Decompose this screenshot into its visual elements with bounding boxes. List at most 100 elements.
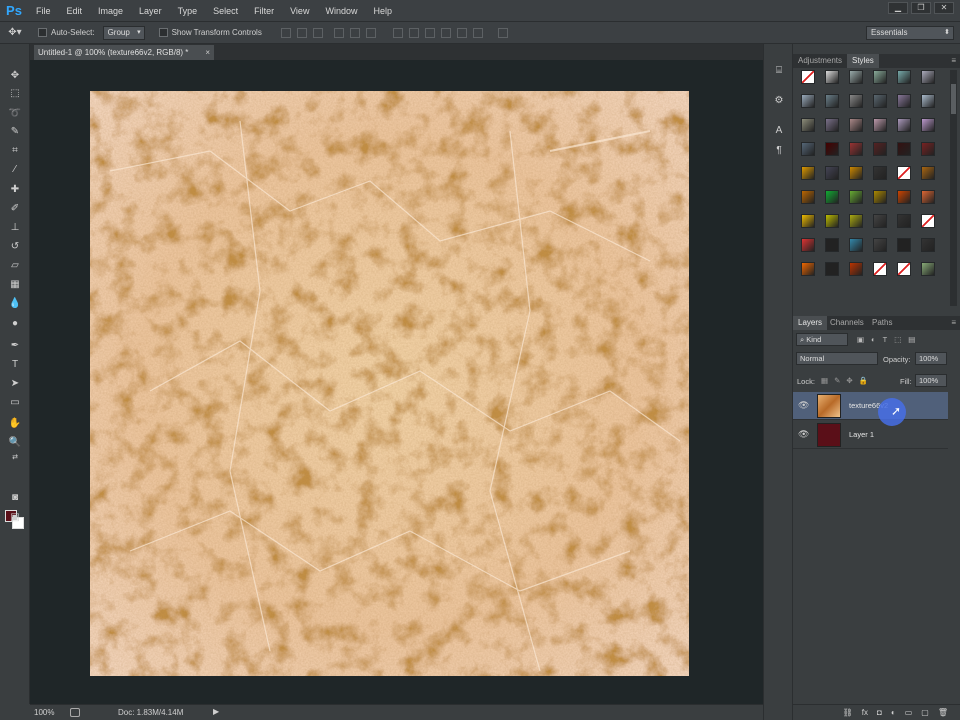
style-swatch[interactable] bbox=[849, 238, 863, 252]
align-hcenter-icon[interactable] bbox=[349, 27, 360, 38]
new-layer-icon[interactable]: ▢ bbox=[921, 708, 929, 717]
crop-tool-icon[interactable]: ⌗ bbox=[6, 143, 24, 159]
move-tool-icon[interactable]: ✥ bbox=[6, 68, 24, 84]
menu-filter[interactable]: Filter bbox=[246, 0, 282, 22]
blend-mode-dropdown[interactable]: Normal bbox=[796, 352, 878, 365]
style-swatch[interactable] bbox=[873, 142, 887, 156]
fill-field[interactable]: 100% bbox=[915, 374, 947, 387]
styles-scrollbar[interactable] bbox=[950, 70, 957, 306]
distribute-hcenter-icon[interactable] bbox=[456, 27, 467, 38]
style-swatch[interactable] bbox=[921, 94, 935, 108]
menu-layer[interactable]: Layer bbox=[131, 0, 170, 22]
link-layers-icon[interactable]: ⛓ bbox=[843, 708, 853, 717]
menu-select[interactable]: Select bbox=[205, 0, 246, 22]
marquee-tool-icon[interactable]: ⬚ bbox=[6, 86, 24, 102]
styles-scrollbar-thumb[interactable] bbox=[951, 84, 956, 114]
style-swatch[interactable] bbox=[849, 118, 863, 132]
hand-tool-icon[interactable]: ✋ bbox=[6, 416, 24, 432]
style-swatch[interactable] bbox=[921, 142, 935, 156]
style-swatch[interactable] bbox=[801, 70, 815, 84]
style-swatch[interactable] bbox=[849, 142, 863, 156]
distribute-top-icon[interactable] bbox=[392, 27, 403, 38]
status-info-icon[interactable] bbox=[70, 708, 80, 717]
distribute-bottom-icon[interactable] bbox=[424, 27, 435, 38]
style-swatch[interactable] bbox=[873, 94, 887, 108]
tab-adjustments[interactable]: Adjustments bbox=[793, 54, 847, 68]
style-swatch[interactable] bbox=[897, 190, 911, 204]
layer-row-layer-1[interactable]: 👁 Layer 1 bbox=[793, 421, 948, 449]
style-swatch[interactable] bbox=[897, 214, 911, 228]
opacity-field[interactable]: 100% bbox=[915, 352, 947, 365]
style-swatch[interactable] bbox=[801, 238, 815, 252]
style-swatch[interactable] bbox=[825, 70, 839, 84]
dodge-tool-icon[interactable]: ● bbox=[6, 316, 24, 332]
style-swatch[interactable] bbox=[897, 238, 911, 252]
style-swatch[interactable] bbox=[897, 94, 911, 108]
tab-layers[interactable]: Layers bbox=[793, 316, 828, 330]
brush-tool-icon[interactable]: ✐ bbox=[6, 201, 24, 217]
style-swatch[interactable] bbox=[873, 118, 887, 132]
eyedropper-tool-icon[interactable]: ⁄ bbox=[6, 162, 24, 178]
style-swatch[interactable] bbox=[849, 190, 863, 204]
style-swatch[interactable] bbox=[897, 118, 911, 132]
style-swatch[interactable] bbox=[849, 94, 863, 108]
tab-paths[interactable]: Paths bbox=[867, 316, 897, 330]
adjustment-layer-icon[interactable]: ◐ bbox=[891, 708, 896, 717]
workspace-dropdown[interactable]: Essentials bbox=[866, 26, 954, 40]
auto-select-checkbox[interactable] bbox=[38, 28, 47, 37]
layer-filter-icons[interactable]: ▣◐T⬚▤ bbox=[857, 335, 922, 344]
style-swatch[interactable] bbox=[801, 142, 815, 156]
style-swatch[interactable] bbox=[873, 70, 887, 84]
eye-icon[interactable]: 👁 bbox=[798, 429, 809, 440]
align-vcenter-icon[interactable] bbox=[296, 27, 307, 38]
zoom-level[interactable]: 100% bbox=[34, 708, 54, 717]
history-brush-tool-icon[interactable]: ↺ bbox=[6, 239, 24, 255]
quick-mask-icon[interactable]: ◙ bbox=[6, 490, 24, 506]
menu-edit[interactable]: Edit bbox=[59, 0, 91, 22]
style-swatch[interactable] bbox=[849, 262, 863, 276]
layer-style-fx-icon[interactable]: fx bbox=[862, 708, 868, 717]
lasso-tool-icon[interactable]: ➰ bbox=[6, 106, 24, 122]
style-swatch[interactable] bbox=[825, 166, 839, 180]
distribute-right-icon[interactable] bbox=[472, 27, 483, 38]
path-selection-tool-icon[interactable]: ➤ bbox=[6, 376, 24, 392]
gradient-tool-icon[interactable]: ▦ bbox=[6, 277, 24, 293]
status-menu-arrow-icon[interactable]: ▶ bbox=[213, 707, 219, 716]
menu-view[interactable]: View bbox=[282, 0, 317, 22]
style-swatch[interactable] bbox=[921, 118, 935, 132]
style-swatch[interactable] bbox=[897, 262, 911, 276]
blur-tool-icon[interactable]: 💧 bbox=[6, 296, 24, 312]
tab-styles[interactable]: Styles bbox=[847, 54, 879, 68]
distribute-vcenter-icon[interactable] bbox=[408, 27, 419, 38]
menu-file[interactable]: File bbox=[28, 0, 59, 22]
history-panel-icon[interactable]: ⌸ bbox=[772, 64, 786, 78]
style-swatch[interactable] bbox=[849, 214, 863, 228]
quick-select-tool-icon[interactable]: ✎ bbox=[6, 124, 24, 140]
auto-select-dropdown[interactable]: Group bbox=[102, 25, 145, 40]
style-swatch[interactable] bbox=[801, 214, 815, 228]
style-swatch[interactable] bbox=[897, 70, 911, 84]
menu-window[interactable]: Window bbox=[317, 0, 365, 22]
styles-panel-menu-icon[interactable]: ≡ bbox=[951, 54, 956, 68]
align-top-icon[interactable] bbox=[280, 27, 291, 38]
style-swatch[interactable] bbox=[897, 142, 911, 156]
style-swatch[interactable] bbox=[825, 238, 839, 252]
paragraph-panel-icon[interactable]: ¶ bbox=[772, 144, 786, 158]
style-swatch[interactable] bbox=[849, 70, 863, 84]
menu-help[interactable]: Help bbox=[365, 0, 400, 22]
distribute-left-icon[interactable] bbox=[440, 27, 451, 38]
layer-row-texture66v2[interactable]: 👁 texture66v2 bbox=[793, 392, 948, 420]
screen-mode-icon[interactable]: ▣ bbox=[6, 510, 24, 526]
document-canvas[interactable] bbox=[90, 91, 689, 676]
default-colors-icon[interactable]: ⇄ bbox=[6, 450, 24, 466]
align-left-icon[interactable] bbox=[333, 27, 344, 38]
lock-icons[interactable]: ▦✎✥🔒 bbox=[821, 376, 874, 385]
delete-layer-icon[interactable]: 🗑 bbox=[938, 708, 948, 717]
style-swatch[interactable] bbox=[825, 190, 839, 204]
style-swatch[interactable] bbox=[801, 190, 815, 204]
rectangle-tool-icon[interactable]: ▭ bbox=[6, 395, 24, 411]
eye-icon[interactable]: 👁 bbox=[798, 400, 809, 411]
layer-filter-kind-dropdown[interactable]: ⌕ Kind bbox=[796, 333, 848, 346]
close-tab-icon[interactable]: × bbox=[205, 45, 210, 60]
style-swatch[interactable] bbox=[801, 118, 815, 132]
